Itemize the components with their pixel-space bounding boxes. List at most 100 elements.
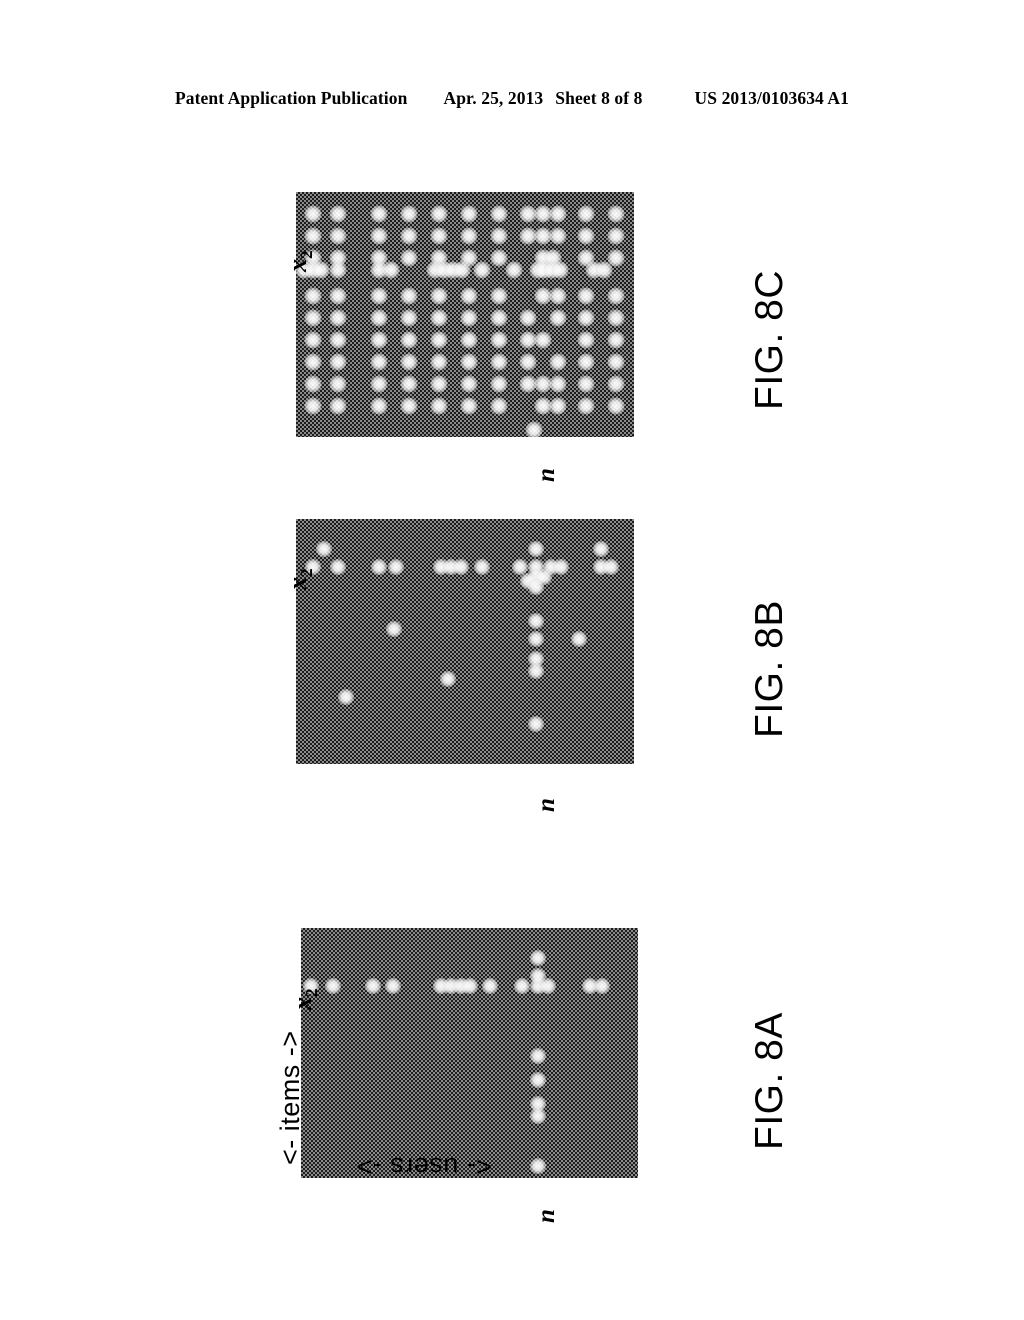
data-point — [370, 261, 388, 279]
data-point — [338, 689, 354, 705]
data-point — [382, 261, 400, 279]
data-point — [505, 261, 523, 279]
data-point — [304, 397, 322, 415]
data-point — [534, 375, 552, 393]
data-point — [549, 309, 567, 327]
data-point — [460, 205, 478, 223]
data-point — [386, 621, 402, 637]
data-point — [528, 559, 544, 575]
figure-8a-y-axis-label: x2 — [288, 988, 322, 1010]
data-point — [528, 663, 544, 679]
data-point — [528, 716, 544, 732]
data-point — [330, 559, 346, 575]
data-point — [460, 331, 478, 349]
data-point — [549, 287, 567, 305]
data-point — [607, 353, 625, 371]
data-point — [400, 353, 418, 371]
data-point — [528, 613, 544, 629]
data-point — [304, 287, 322, 305]
header-date-text: Apr. 25, 2013 — [443, 88, 544, 108]
data-point — [577, 249, 595, 267]
figure-8b-caption: FIG. 8B — [748, 600, 791, 738]
data-point — [304, 353, 322, 371]
figure-8c-y-axis-label: x2 — [283, 250, 317, 272]
data-point — [304, 205, 322, 223]
data-point — [460, 309, 478, 327]
data-point — [525, 421, 543, 437]
data-point — [400, 205, 418, 223]
data-point — [370, 205, 388, 223]
data-point — [530, 1096, 547, 1112]
figure-8c-caption: FIG. 8C — [748, 269, 791, 410]
data-point — [329, 249, 347, 267]
data-point — [400, 287, 418, 305]
data-point — [571, 631, 587, 647]
data-point — [304, 309, 322, 327]
data-point — [549, 375, 567, 393]
data-point — [370, 375, 388, 393]
data-point — [543, 559, 559, 575]
data-point — [443, 559, 459, 575]
data-point — [370, 331, 388, 349]
figure-8a-x-axis-label: n — [533, 1209, 560, 1223]
figure-8b-y-axis-label: x2 — [283, 568, 317, 590]
data-point — [519, 227, 537, 245]
data-point — [535, 261, 553, 279]
data-point — [370, 397, 388, 415]
data-point — [577, 309, 595, 327]
data-point — [329, 261, 347, 279]
data-point — [585, 261, 603, 279]
data-point — [474, 559, 490, 575]
data-point — [304, 331, 322, 349]
data-point — [400, 397, 418, 415]
data-point — [549, 227, 567, 245]
data-point — [430, 331, 448, 349]
data-point — [519, 375, 537, 393]
data-point — [432, 978, 449, 994]
data-point — [607, 309, 625, 327]
data-point — [371, 559, 387, 575]
data-point — [430, 309, 448, 327]
data-point — [534, 227, 552, 245]
data-point — [534, 249, 552, 267]
data-point — [520, 573, 536, 589]
data-point — [490, 249, 508, 267]
data-point — [530, 950, 547, 966]
patent-header: Patent Application Publication Apr. 25, … — [0, 88, 1024, 116]
data-point — [577, 287, 595, 305]
data-point — [593, 541, 609, 557]
data-point — [519, 331, 537, 349]
figure-8b-y-axis-label-sub: 2 — [297, 568, 317, 577]
data-point — [460, 287, 478, 305]
data-point — [384, 978, 401, 994]
data-point — [370, 227, 388, 245]
data-point — [607, 227, 625, 245]
figure-8b-y-axis-label-base: x — [283, 577, 312, 590]
data-point — [482, 978, 499, 994]
figure-8b-x-axis-label: n — [533, 798, 560, 812]
data-point — [528, 631, 544, 647]
data-point — [577, 227, 595, 245]
data-point — [540, 978, 557, 994]
data-point — [582, 978, 599, 994]
data-point — [430, 353, 448, 371]
data-point — [430, 205, 448, 223]
data-point — [530, 968, 547, 984]
data-point — [603, 559, 619, 575]
data-point — [388, 559, 404, 575]
data-point — [607, 287, 625, 305]
data-point — [400, 331, 418, 349]
data-point — [442, 978, 459, 994]
data-point — [329, 353, 347, 371]
data-point — [329, 331, 347, 349]
data-point — [607, 375, 625, 393]
data-point — [490, 287, 508, 305]
data-point — [430, 227, 448, 245]
data-point — [364, 978, 381, 994]
data-point — [453, 261, 471, 279]
data-point — [304, 375, 322, 393]
data-point — [530, 1158, 547, 1174]
data-point — [549, 397, 567, 415]
data-point — [607, 205, 625, 223]
data-point — [543, 261, 561, 279]
